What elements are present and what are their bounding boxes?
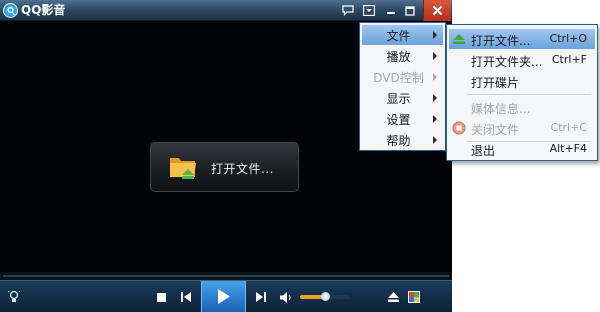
- menu-item-exit[interactable]: 退出 Alt+F4: [449, 139, 595, 159]
- seek-bar[interactable]: [0, 272, 452, 280]
- submenu-arrow-icon: [433, 94, 437, 102]
- previous-icon: [180, 292, 191, 302]
- menu-item-open-disc[interactable]: 打开碟片: [449, 71, 595, 91]
- next-button[interactable]: [252, 289, 268, 305]
- minimize-icon: [387, 11, 395, 14]
- menu-dropdown-icon: [363, 5, 375, 16]
- title-bar[interactable]: QQ影音: [0, 0, 452, 21]
- menu-item-media-info[interactable]: 媒体信息...: [449, 97, 595, 117]
- menu-item-label: 播放: [386, 49, 411, 64]
- main-menu-button[interactable]: [361, 2, 377, 19]
- play-icon: [218, 289, 230, 304]
- menu-item-settings[interactable]: 设置: [362, 109, 443, 129]
- control-bar: [0, 280, 452, 312]
- file-submenu: 打开文件... Ctrl+O 打开文件夹... Ctrl+F 打开碟片 媒体信息…: [446, 24, 598, 161]
- feedback-button[interactable]: [340, 2, 356, 19]
- skin-button[interactable]: [406, 289, 422, 305]
- tips-button[interactable]: [6, 289, 22, 305]
- play-button[interactable]: [201, 281, 246, 312]
- menu-item-open-folder[interactable]: 打开文件夹... Ctrl+F: [449, 50, 595, 70]
- eject-icon: [453, 34, 465, 44]
- menu-item-play[interactable]: 播放: [362, 46, 443, 66]
- speech-bubble-icon: [342, 5, 354, 16]
- menu-item-dvd-control[interactable]: DVD控制: [362, 67, 443, 87]
- screen: QQ影音 打开文件... 文件 播放 DVD控制 显示 设置 帮助 打开文件..…: [0, 0, 600, 312]
- menu-item-label: 退出: [471, 144, 496, 158]
- submenu-arrow-icon: [433, 136, 437, 144]
- mute-button[interactable]: [278, 289, 294, 305]
- menu-item-label: 媒体信息...: [471, 102, 531, 116]
- menu-item-label: DVD控制: [373, 70, 424, 85]
- seek-track[interactable]: [3, 275, 449, 277]
- color-palette-icon: [408, 291, 420, 303]
- menu-item-label: 打开文件夹...: [471, 55, 543, 69]
- submenu-arrow-icon: [433, 52, 437, 60]
- stop-icon: [156, 292, 166, 302]
- volume-slider[interactable]: [300, 292, 350, 301]
- menu-item-label: 帮助: [386, 133, 411, 148]
- volume-knob[interactable]: [321, 292, 330, 301]
- qq-player-logo-icon: [3, 3, 18, 18]
- close-file-icon: [452, 121, 466, 135]
- lightbulb-icon: [8, 290, 20, 302]
- main-menu: 文件 播放 DVD控制 显示 设置 帮助: [359, 22, 446, 151]
- eject-icon: [387, 292, 399, 302]
- previous-button[interactable]: [178, 289, 194, 305]
- menu-item-label: 显示: [386, 91, 411, 106]
- close-button[interactable]: [423, 0, 451, 21]
- menu-separator: [467, 94, 591, 95]
- menu-item-close-file[interactable]: 关闭文件 Ctrl+C: [449, 118, 595, 138]
- maximize-icon: [405, 5, 415, 16]
- window-title: QQ影音: [21, 3, 66, 17]
- speaker-icon: [279, 291, 291, 303]
- submenu-arrow-icon: [433, 73, 437, 81]
- maximize-button[interactable]: [402, 2, 418, 19]
- open-file-panel[interactable]: 打开文件...: [150, 142, 299, 192]
- stop-button[interactable]: [153, 289, 169, 305]
- menu-item-label: 打开文件...: [471, 34, 531, 48]
- close-icon: [432, 5, 443, 16]
- menu-item-label: 打开碟片: [471, 76, 520, 90]
- shortcut-label: Ctrl+O: [549, 32, 587, 45]
- menu-item-label: 关闭文件: [471, 123, 520, 137]
- menu-item-open-file[interactable]: 打开文件... Ctrl+O: [449, 29, 595, 49]
- menu-item-display[interactable]: 显示: [362, 88, 443, 108]
- open-button[interactable]: [385, 289, 401, 305]
- submenu-arrow-icon: [433, 115, 437, 123]
- shortcut-label: Ctrl+F: [551, 53, 587, 66]
- submenu-arrow-icon: [433, 31, 437, 39]
- open-folder-icon: [170, 158, 196, 179]
- shortcut-label: Ctrl+C: [550, 121, 587, 134]
- menu-item-label: 文件: [386, 28, 411, 43]
- open-file-label: 打开文件...: [211, 162, 274, 176]
- menu-item-file[interactable]: 文件: [362, 25, 443, 45]
- menu-item-label: 设置: [386, 112, 411, 127]
- shortcut-label: Alt+F4: [549, 142, 587, 155]
- minimize-button[interactable]: [383, 2, 399, 19]
- next-icon: [255, 292, 266, 302]
- menu-item-help[interactable]: 帮助: [362, 130, 443, 150]
